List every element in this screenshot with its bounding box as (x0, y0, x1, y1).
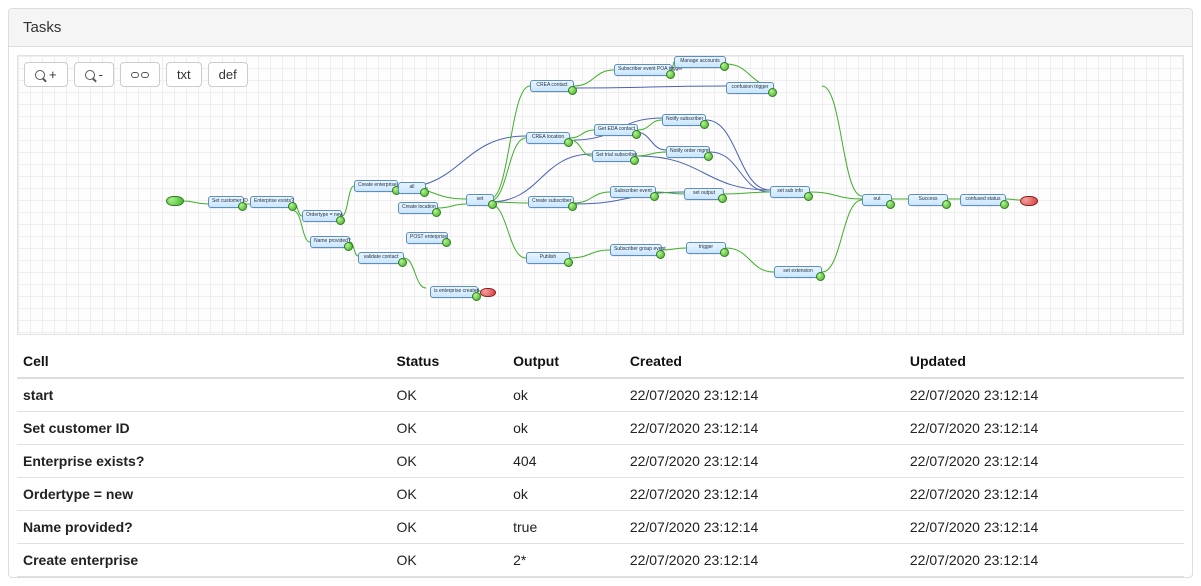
zoom-in-label: + (49, 67, 57, 82)
flow-node[interactable]: Manage accounts (674, 56, 726, 68)
cell-output: 404 (507, 445, 624, 478)
cell-name: Create enterprise (17, 544, 390, 577)
flow-error-node[interactable] (480, 288, 496, 297)
cell-output: 2* (507, 544, 624, 577)
table-row[interactable]: Name provided?OKtrue22/07/2020 23:12:142… (17, 511, 1184, 544)
flow-node[interactable]: POST enterprise (406, 232, 448, 244)
flow-node[interactable]: all (398, 182, 426, 194)
def-button[interactable]: def (208, 62, 248, 87)
cell-name: Enterprise exists? (17, 445, 390, 478)
flow-node[interactable]: CREA contact (530, 80, 574, 92)
flow-node[interactable]: set extension (774, 266, 822, 278)
flow-node[interactable]: Get EDA contact (594, 124, 638, 136)
flow-end-node[interactable] (1020, 196, 1038, 206)
flow-node[interactable]: CREA location (526, 132, 570, 144)
flow-node[interactable]: Create enterprise (354, 180, 398, 192)
cell-status: OK (390, 378, 507, 412)
panel-body: + - txt def Set customer IDEnterprise ex… (9, 47, 1192, 577)
cell-created: 22/07/2020 23:12:14 (624, 412, 904, 445)
col-created: Created (624, 345, 904, 378)
flow-node[interactable]: Name provided? (310, 236, 350, 248)
table-row[interactable]: Create enterpriseOK2*22/07/2020 23:12:14… (17, 544, 1184, 577)
table-row[interactable]: Ordertype = newOKok22/07/2020 23:12:1422… (17, 478, 1184, 511)
panel-title: Tasks (9, 9, 1192, 47)
cell-status: OK (390, 478, 507, 511)
cell-name: Set customer ID (17, 412, 390, 445)
zoom-in-button[interactable]: + (24, 62, 68, 87)
cell-updated: 22/07/2020 23:12:14 (904, 412, 1184, 445)
col-cell: Cell (17, 345, 390, 378)
cell-output: ok (507, 378, 624, 412)
flow-node[interactable]: Success (908, 194, 948, 206)
flow-edges (18, 56, 1183, 334)
flow-node[interactable]: confusion trigger (726, 82, 774, 94)
flow-canvas[interactable]: + - txt def Set customer ID Enterprise ex… (17, 55, 1184, 335)
flow-node[interactable]: Create subscriber (528, 196, 574, 208)
magnifier-icon (35, 70, 45, 80)
glasses-icon (131, 72, 149, 78)
flow-node[interactable]: trigger (686, 242, 726, 254)
cell-created: 22/07/2020 23:12:14 (624, 478, 904, 511)
col-updated: Updated (904, 345, 1184, 378)
cell-updated: 22/07/2020 23:12:14 (904, 544, 1184, 577)
flow-node[interactable]: Set trial subscriber (592, 150, 636, 162)
zoom-out-button[interactable]: - (74, 62, 114, 87)
flow-node[interactable]: Set customer ID (208, 196, 244, 208)
col-output: Output (507, 345, 624, 378)
cell-status: OK (390, 412, 507, 445)
cell-name: Name provided? (17, 511, 390, 544)
cell-updated: 22/07/2020 23:12:14 (904, 511, 1184, 544)
flow-node[interactable]: validate contact (358, 252, 404, 264)
flow-start-node[interactable] (166, 196, 184, 206)
flow-node[interactable]: Enterprise exists? (250, 196, 294, 208)
canvas-toolbar: + - txt def (24, 62, 248, 87)
table-row[interactable]: startOKok22/07/2020 23:12:1422/07/2020 2… (17, 378, 1184, 412)
cell-output: ok (507, 478, 624, 511)
flow-node[interactable]: Notify subscriber (662, 114, 706, 126)
magnifier-icon (85, 70, 95, 80)
cell-created: 22/07/2020 23:12:14 (624, 511, 904, 544)
flow-node[interactable]: Create location (398, 202, 438, 214)
cell-name: Ordertype = new (17, 478, 390, 511)
flow-node[interactable]: set output (684, 188, 724, 200)
flow-node[interactable]: set sub info (770, 186, 810, 198)
cell-updated: 22/07/2020 23:12:14 (904, 478, 1184, 511)
table-header-row: Cell Status Output Created Updated (17, 345, 1184, 378)
flow-node[interactable]: set (466, 194, 494, 206)
flow-node[interactable]: Subscriber group event (610, 244, 662, 256)
cell-status: OK (390, 511, 507, 544)
tasks-panel: Tasks + - txt def (8, 8, 1193, 578)
tasks-table: Cell Status Output Created Updated start… (17, 345, 1184, 577)
flow-node[interactable]: is enterprise created (430, 286, 478, 298)
flow-node[interactable]: out (862, 194, 892, 206)
table-row[interactable]: Enterprise exists?OK40422/07/2020 23:12:… (17, 445, 1184, 478)
cell-created: 22/07/2020 23:12:14 (624, 544, 904, 577)
cell-output: ok (507, 412, 624, 445)
zoom-out-label: - (99, 67, 103, 82)
col-status: Status (390, 345, 507, 378)
flow-node[interactable]: Subscriber event POA trigger (614, 64, 672, 76)
cell-output: true (507, 511, 624, 544)
cell-updated: 22/07/2020 23:12:14 (904, 378, 1184, 412)
flow-node[interactable]: Publish (526, 252, 570, 264)
cell-status: OK (390, 544, 507, 577)
cell-created: 22/07/2020 23:12:14 (624, 445, 904, 478)
cell-updated: 22/07/2020 23:12:14 (904, 445, 1184, 478)
flow-node[interactable]: Notify order mgmt (666, 146, 710, 158)
table-row[interactable]: Set customer IDOKok22/07/2020 23:12:1422… (17, 412, 1184, 445)
flow-node[interactable]: Subscriber event (610, 186, 656, 198)
flow-node[interactable]: Ordertype = new (302, 210, 342, 222)
cell-created: 22/07/2020 23:12:14 (624, 378, 904, 412)
cell-status: OK (390, 445, 507, 478)
flow-node[interactable]: confused status (960, 194, 1006, 206)
cell-name: start (17, 378, 390, 412)
overview-button[interactable] (120, 62, 160, 87)
txt-button[interactable]: txt (166, 62, 202, 87)
